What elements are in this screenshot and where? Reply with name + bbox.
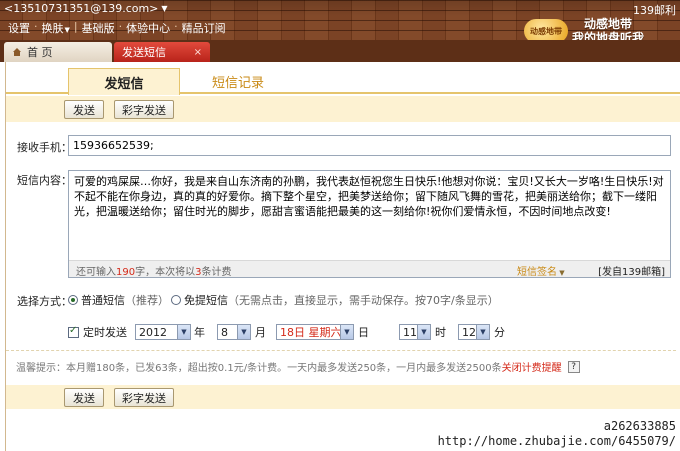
tab-home[interactable]: 首 页 xyxy=(4,42,112,62)
method-label: 选择方式： xyxy=(17,295,72,308)
send-button[interactable]: 发送 xyxy=(64,100,104,119)
home-icon xyxy=(12,47,22,57)
radio-normal-sms[interactable] xyxy=(68,295,78,305)
bottom-button-bar: 发送 彩字发送 xyxy=(6,385,680,409)
phone-input[interactable] xyxy=(68,135,671,156)
message-text: 可爱的鸡屎屎…你好，我是来自山东济南的孙鹏，我代表赵恒祝您生日快乐!他想对你说：… xyxy=(74,175,664,218)
message-textarea[interactable]: 可爱的鸡屎屎…你好，我是来自山东济南的孙鹏，我代表赵恒祝您生日快乐!他想对你说：… xyxy=(68,170,671,278)
tab-send-sms-label: 发送短信 xyxy=(122,46,166,59)
radio-normal-label: 普通短信 xyxy=(81,294,125,307)
chevron-down-icon: ▼ xyxy=(417,325,430,339)
top-header: <13510731351@139.com> ▼ 139邮利 设置 · 换肤▼ |… xyxy=(0,0,680,45)
close-billing-reminder-link[interactable]: 关闭计费提醒 xyxy=(502,359,562,374)
chevron-down-icon: ▼ xyxy=(161,4,168,13)
subtab-send-sms[interactable]: 发短信 xyxy=(68,68,180,95)
phone-label: 接收手机： xyxy=(17,141,72,154)
help-icon[interactable]: ? xyxy=(567,360,580,373)
chevron-down-icon: ▼ xyxy=(177,325,190,339)
send-button[interactable]: 发送 xyxy=(64,388,104,407)
chevron-down-icon: ▼ xyxy=(237,325,250,339)
menu-experience[interactable]: 体验中心 xyxy=(124,20,172,36)
divider xyxy=(6,350,676,351)
radio-free-label: 免提短信 xyxy=(184,294,228,307)
mms-send-button[interactable]: 彩字发送 xyxy=(114,100,174,119)
year-select[interactable]: 2012 ▼ xyxy=(135,324,191,340)
subtab-sms-records[interactable]: 短信记录 xyxy=(182,68,294,95)
sms-panel: 发短信 短信记录 发送 彩字发送 接收手机： 短信内容： 可爱的鸡屎屎…你好，我… xyxy=(5,62,680,451)
from-tag: [发自139邮箱] xyxy=(598,267,665,278)
watermark-id: a262633885 xyxy=(603,419,676,433)
chevron-down-icon: ▼ xyxy=(340,325,353,339)
radio-free-sms[interactable] xyxy=(171,295,181,305)
mms-send-button[interactable]: 彩字发送 xyxy=(114,388,174,407)
watermark-url: http://home.zhubajie.com/6455079/ xyxy=(437,434,676,448)
hour-select[interactable]: 11 ▼ xyxy=(399,324,431,340)
tab-home-label: 首 页 xyxy=(27,46,53,59)
account-switcher[interactable]: <13510731351@139.com> ▼ xyxy=(4,2,168,15)
menu-basic[interactable]: 基础版 xyxy=(80,20,117,36)
chevron-down-icon: ▼ xyxy=(64,26,70,34)
schedule-row: 定时发送 2012▼ 年 8▼ 月 18日 星期六▼ 日 11▼ 时 12▼ 分 xyxy=(68,324,505,340)
day-select[interactable]: 18日 星期六 ▼ xyxy=(276,324,354,340)
char-counter: 还可输入190字，本次将以3条计费 xyxy=(76,267,232,278)
menu-subscribe[interactable]: 精品订阅 xyxy=(180,20,228,36)
top-button-bar: 发送 彩字发送 xyxy=(6,96,680,122)
account-right-link[interactable]: 139邮利 xyxy=(633,2,676,18)
account-email: <13510731351@139.com> xyxy=(4,2,159,15)
month-select[interactable]: 8 ▼ xyxy=(217,324,251,340)
top-menu: 设置 · 换肤▼ | 基础版 · 体验中心 · 精品订阅 xyxy=(6,20,228,36)
sms-subtabs: 发短信 短信记录 xyxy=(6,62,680,95)
method-options: 普通短信 （推荐） 免提短信 （无需点击，直接显示，需手动保存。按70字/条显示… xyxy=(68,292,499,308)
minute-select[interactable]: 12 ▼ xyxy=(458,324,490,340)
chevron-down-icon: ▼ xyxy=(557,269,565,277)
content-label: 短信内容： xyxy=(17,174,72,187)
menu-settings[interactable]: 设置 xyxy=(6,20,32,36)
timed-send-label: 定时发送 xyxy=(83,326,127,339)
tab-send-sms[interactable]: 发送短信 × xyxy=(114,42,210,62)
chevron-down-icon: ▼ xyxy=(476,325,489,339)
message-footer: 还可输入190字，本次将以3条计费 短信签名 ▼ [发自139邮箱] xyxy=(69,260,670,278)
close-icon[interactable]: × xyxy=(194,47,202,58)
billing-tip: 温馨提示：本月赠180条，已发63条，超出按0.1元/条计费。一天内最多发送25… xyxy=(16,359,580,374)
signature-dropdown[interactable]: 短信签名 ▼ xyxy=(517,263,565,278)
timed-send-checkbox[interactable] xyxy=(68,325,79,338)
menu-skin[interactable]: 换肤▼ xyxy=(40,20,72,36)
window-tab-bar: 首 页 发送短信 × xyxy=(0,40,680,62)
